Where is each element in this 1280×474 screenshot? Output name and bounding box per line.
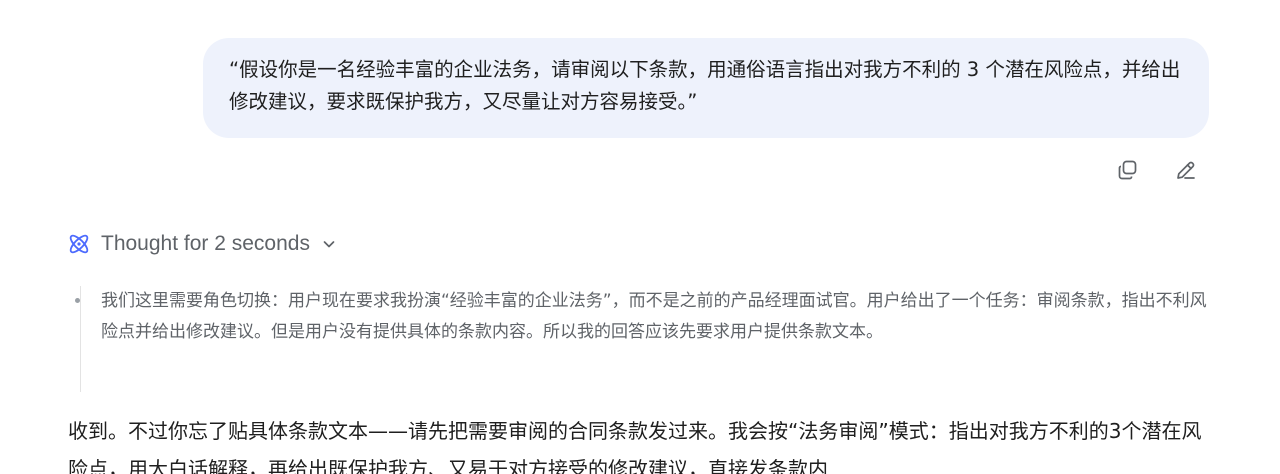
thought-toggle[interactable]: Thought for 2 seconds xyxy=(66,228,338,260)
atom-icon xyxy=(69,234,89,254)
assistant-answer-text: 收到。不过你忘了贴具体条款文本——请先把需要审阅的合同条款发过来。我会按“法务审… xyxy=(68,419,1202,474)
copy-button[interactable] xyxy=(1112,154,1144,186)
user-message-text: “假设你是一名经验丰富的企业法务，请审阅以下条款，用通俗语言指出对我方不利的 3… xyxy=(229,58,1181,113)
edit-pencil-icon xyxy=(1177,161,1195,179)
thought-bullet xyxy=(75,298,80,303)
message-actions xyxy=(1112,154,1202,186)
chat-page: “假设你是一名经验丰富的企业法务，请审阅以下条款，用通俗语言指出对我方不利的 3… xyxy=(0,0,1280,474)
edit-button[interactable] xyxy=(1170,154,1202,186)
copy-icon xyxy=(1118,160,1137,180)
user-message-bubble: “假设你是一名经验丰富的企业法务，请审阅以下条款，用通俗语言指出对我方不利的 3… xyxy=(203,38,1209,138)
thought-text: 我们这里需要角色切换：用户现在要求我扮演“经验丰富的企业法务”，而不是之前的产品… xyxy=(101,291,1207,342)
thought-header-label: Thought for 2 seconds xyxy=(101,232,310,255)
chevron-down-icon xyxy=(323,241,335,248)
thought-content: 我们这里需要角色切换：用户现在要求我扮演“经验丰富的企业法务”，而不是之前的产品… xyxy=(75,286,1221,392)
